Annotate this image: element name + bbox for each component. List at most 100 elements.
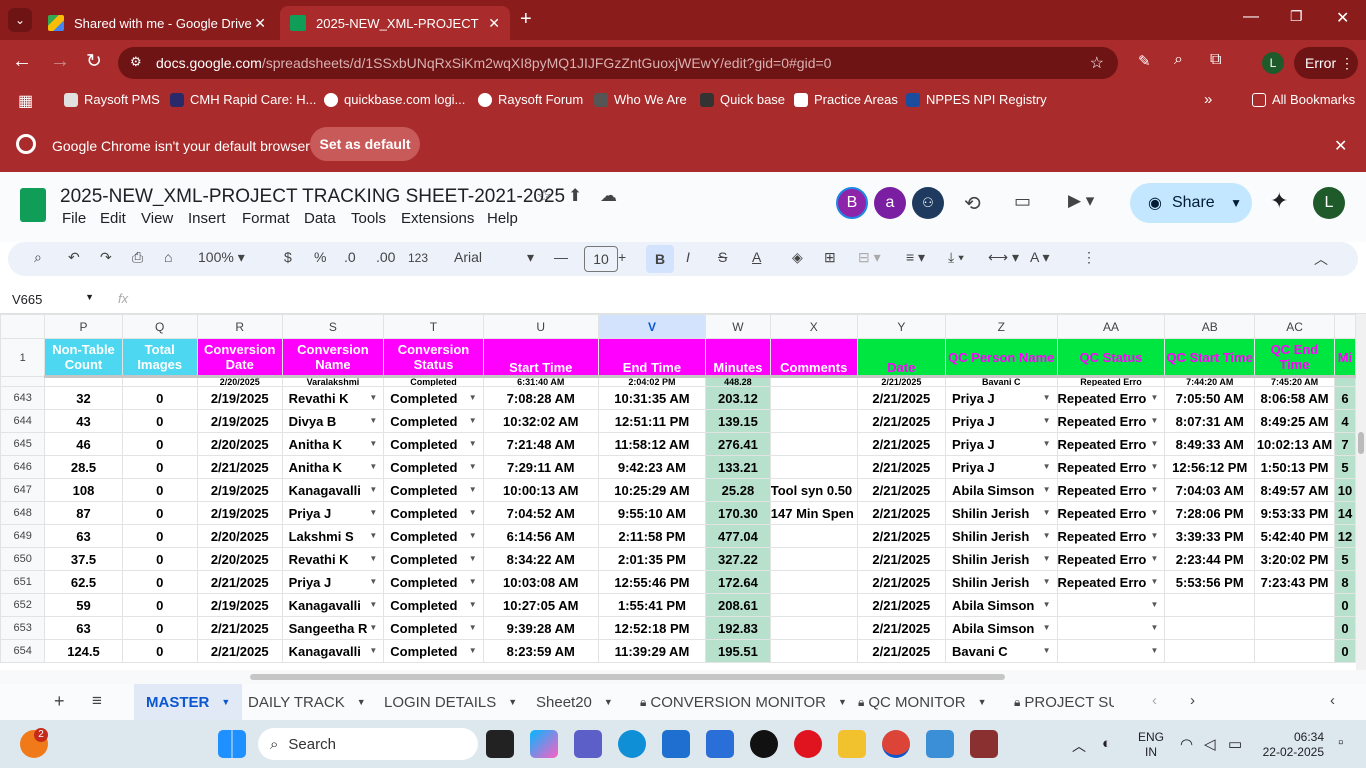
cell[interactable]: Completed bbox=[383, 616, 484, 640]
cell[interactable]: 133.21 bbox=[705, 455, 771, 479]
cell[interactable]: 10:03:08 AM bbox=[482, 570, 599, 594]
row-header[interactable]: 650 bbox=[0, 547, 46, 571]
cell[interactable]: 3:39:33 PM bbox=[1164, 524, 1256, 548]
menu-view[interactable]: View bbox=[141, 210, 173, 227]
cell[interactable]: 7:21:48 AM bbox=[482, 432, 599, 456]
borders-icon[interactable]: ⊞ bbox=[824, 249, 836, 266]
maximize-icon[interactable]: ❐ bbox=[1290, 8, 1303, 25]
cell[interactable]: 12:51:11 PM bbox=[597, 409, 707, 433]
cell[interactable]: 46 bbox=[44, 432, 123, 456]
extensions-icon[interactable]: ⧉ bbox=[1210, 51, 1221, 69]
collaborator-avatar[interactable]: a bbox=[874, 187, 906, 219]
cell[interactable]: 0 bbox=[121, 455, 198, 479]
cell[interactable]: 2/19/2025 bbox=[196, 386, 283, 410]
cell[interactable]: 147 Min Spen bbox=[769, 501, 858, 525]
cell[interactable]: 2:23:44 PM bbox=[1164, 547, 1256, 571]
sheet-tab[interactable]: Sheet20 ▼ bbox=[524, 684, 625, 720]
app-icon[interactable] bbox=[706, 730, 734, 758]
cell[interactable]: 9:42:23 AM bbox=[597, 455, 707, 479]
taskbar-search[interactable]: ⌕ Search bbox=[258, 728, 478, 760]
cell[interactable]: 2/21/2025 bbox=[856, 409, 947, 433]
bookmark-item[interactable]: Raysoft Forum bbox=[478, 92, 583, 107]
all-sheets-icon[interactable]: ≡ bbox=[92, 691, 102, 711]
undo-icon[interactable]: ↶ bbox=[68, 249, 80, 266]
cell[interactable]: 7:28:06 PM bbox=[1164, 501, 1256, 525]
cell[interactable]: 108 bbox=[44, 478, 123, 502]
cell[interactable]: 2/20/2025 bbox=[196, 524, 283, 548]
url-bar[interactable]: ⚙ docs.google.com/spreadsheets/d/1SSxbUN… bbox=[118, 47, 1118, 79]
cell[interactable]: Priya J bbox=[945, 455, 1058, 479]
bookmark-item[interactable]: Who We Are bbox=[594, 92, 687, 107]
column-header[interactable]: S bbox=[281, 314, 385, 339]
start-icon[interactable] bbox=[218, 730, 246, 758]
text-wrap-icon[interactable]: ⟷ ▾ bbox=[988, 249, 1019, 266]
scroll-tabs-right-icon[interactable]: › bbox=[1190, 692, 1195, 709]
cell[interactable]: 2/20/2025 bbox=[196, 375, 283, 387]
cell[interactable]: 8 bbox=[1333, 570, 1356, 594]
cell[interactable]: Completed bbox=[383, 478, 484, 502]
bookmark-item[interactable]: Quick base bbox=[700, 92, 785, 107]
cell[interactable] bbox=[769, 432, 858, 456]
cell[interactable]: Kanagavalli bbox=[281, 478, 385, 502]
header-cell[interactable]: Start Time bbox=[482, 338, 599, 377]
cell[interactable]: 0 bbox=[121, 593, 198, 617]
cell[interactable]: Priya J bbox=[945, 409, 1058, 433]
cell[interactable]: Revathi K bbox=[281, 386, 385, 410]
formula-input[interactable] bbox=[140, 288, 1350, 310]
header-cell[interactable]: QC Start Time bbox=[1164, 338, 1256, 377]
cell[interactable]: 208.61 bbox=[705, 593, 771, 617]
cell[interactable]: 203.12 bbox=[705, 386, 771, 410]
cell[interactable]: Shilin Jerish bbox=[945, 524, 1058, 548]
chevron-down-icon[interactable]: ▼ bbox=[978, 697, 987, 707]
print-icon[interactable]: ⎙ bbox=[132, 249, 143, 266]
cell[interactable] bbox=[1164, 616, 1256, 640]
back-icon[interactable]: ← bbox=[12, 50, 32, 73]
cell[interactable]: 8:49:57 AM bbox=[1254, 478, 1335, 502]
cell[interactable]: Completed bbox=[383, 386, 484, 410]
cell[interactable]: Anitha K bbox=[281, 432, 385, 456]
column-header[interactable]: R bbox=[196, 314, 283, 339]
column-header[interactable]: X bbox=[769, 314, 858, 339]
user-avatar[interactable]: L bbox=[1313, 187, 1345, 219]
store-icon[interactable] bbox=[662, 730, 690, 758]
cell[interactable]: 2/21/2025 bbox=[856, 593, 947, 617]
zoom-search-icon[interactable]: ⌕ bbox=[1174, 51, 1183, 69]
cell[interactable]: 1:55:41 PM bbox=[597, 593, 707, 617]
cell[interactable]: 62.5 bbox=[44, 570, 123, 594]
menu-format[interactable]: Format bbox=[242, 210, 290, 227]
cell[interactable]: 327.22 bbox=[705, 547, 771, 571]
cell[interactable] bbox=[769, 524, 858, 548]
document-title[interactable]: 2025-NEW_XML-PROJECT TRACKING SHEET-2021… bbox=[60, 186, 565, 208]
cell[interactable]: Completed bbox=[383, 570, 484, 594]
vertical-align-icon[interactable]: ⤓ ▾ bbox=[948, 249, 964, 266]
cell[interactable]: 2/21/2025 bbox=[856, 639, 947, 663]
cell[interactable] bbox=[1056, 616, 1166, 640]
cell[interactable]: 8:23:59 AM bbox=[482, 639, 599, 663]
cell[interactable]: 448.28 bbox=[705, 375, 771, 387]
cell[interactable]: 5:53:56 PM bbox=[1164, 570, 1256, 594]
cell[interactable]: 2/21/2025 bbox=[196, 616, 283, 640]
window-close-icon[interactable]: ✕ bbox=[1336, 8, 1349, 28]
cell[interactable]: Bavani C bbox=[945, 375, 1058, 387]
sheets-logo-icon[interactable] bbox=[20, 188, 46, 222]
bold-button[interactable]: B bbox=[646, 245, 674, 273]
column-header[interactable]: Z bbox=[945, 314, 1058, 339]
cell[interactable]: 1:50:13 PM bbox=[1254, 455, 1335, 479]
apps-grid-icon[interactable]: ▦ bbox=[18, 91, 33, 111]
cell[interactable] bbox=[1164, 593, 1256, 617]
cell[interactable]: Revathi K bbox=[281, 547, 385, 571]
cell[interactable] bbox=[1164, 639, 1256, 663]
cell[interactable]: 7:04:03 AM bbox=[1164, 478, 1256, 502]
cell[interactable]: 63 bbox=[44, 616, 123, 640]
cell[interactable]: Varalakshmi bbox=[281, 375, 385, 387]
cell[interactable]: 63 bbox=[44, 524, 123, 548]
cell[interactable]: 10:02:13 AM bbox=[1254, 432, 1335, 456]
profile-error-button[interactable]: Error ⋮ bbox=[1294, 47, 1358, 79]
bookmark-star-icon[interactable]: ☆ bbox=[1090, 53, 1104, 73]
cell[interactable] bbox=[769, 386, 858, 410]
cell[interactable]: 2/19/2025 bbox=[196, 478, 283, 502]
cell[interactable]: 8:49:25 AM bbox=[1254, 409, 1335, 433]
row-header[interactable]: 645 bbox=[0, 432, 46, 456]
cell[interactable]: 8:34:22 AM bbox=[482, 547, 599, 571]
cell[interactable]: 2/19/2025 bbox=[196, 593, 283, 617]
